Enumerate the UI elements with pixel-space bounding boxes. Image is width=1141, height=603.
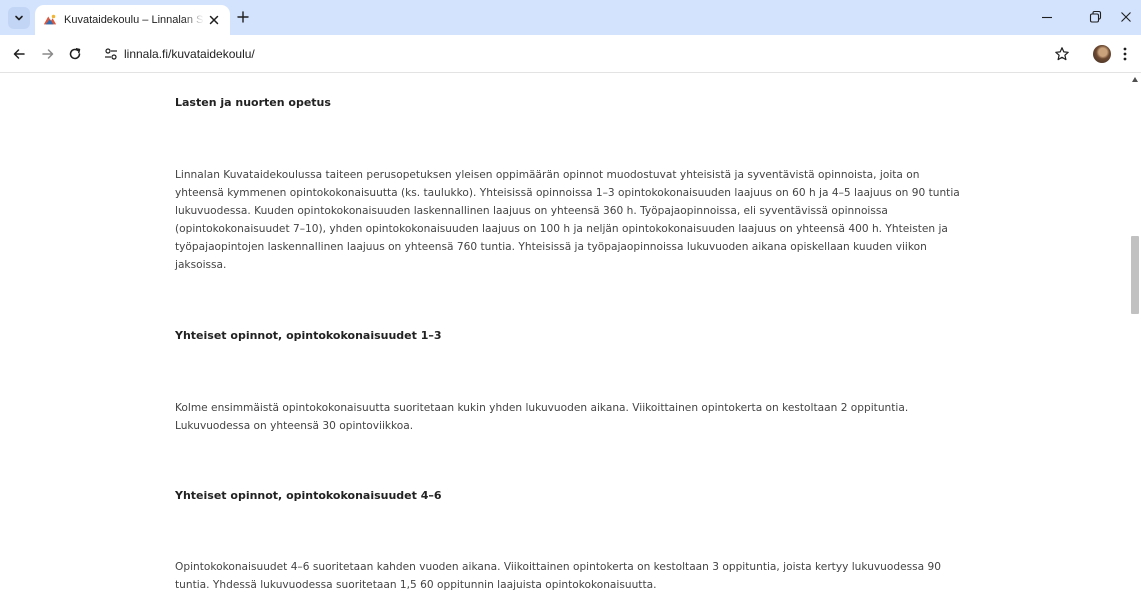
browser-toolbar: linnala.fi/kuvataidekoulu/ [0, 35, 1141, 73]
chevron-down-icon [15, 15, 23, 21]
vertical-scrollbar[interactable] [1129, 74, 1141, 603]
scroll-up-arrow-icon[interactable] [1132, 77, 1138, 82]
address-bar[interactable]: linnala.fi/kuvataidekoulu/ [92, 40, 1082, 68]
plus-icon[interactable] [236, 10, 250, 24]
section-heading: Yhteiset opinnot, opintokokonaisuudet 4–… [175, 489, 442, 502]
reload-icon[interactable] [68, 47, 82, 61]
section-heading: Lasten ja nuorten opetus [175, 96, 331, 109]
kebab-menu-icon[interactable] [1122, 46, 1128, 62]
site-favicon-icon [43, 14, 57, 25]
star-icon[interactable] [1054, 46, 1070, 62]
browser-tab-active[interactable]: Kuvataidekoulu – Linnalan Setlementti [35, 5, 230, 35]
restore-icon[interactable] [1088, 10, 1102, 24]
section-paragraph: Kolme ensimmäistä opintokokonaisuutta su… [175, 402, 909, 432]
tab-title: Kuvataidekoulu – Linnalan Setlementti [64, 14, 204, 26]
close-icon[interactable] [207, 13, 221, 27]
page-content: Lasten ja nuorten opetus Linnalan Kuvata… [0, 74, 1129, 603]
url-text: linnala.fi/kuvataidekoulu/ [124, 47, 255, 61]
minimize-icon[interactable] [1040, 10, 1054, 24]
section-heading: Yhteiset opinnot, opintokokonaisuudet 1–… [175, 329, 442, 342]
section-paragraph: Opintokokonaisuudet 4–6 suoritetaan kahd… [175, 561, 942, 591]
close-window-icon[interactable] [1119, 10, 1133, 24]
arrow-left-icon[interactable] [12, 47, 26, 61]
tab-search-button[interactable] [8, 7, 30, 29]
tune-icon[interactable] [104, 48, 118, 60]
scroll-thumb[interactable] [1131, 236, 1139, 314]
profile-avatar[interactable] [1093, 45, 1111, 63]
section-paragraph: Linnalan Kuvataidekoulussa taiteen perus… [175, 169, 960, 271]
arrow-right-icon[interactable] [41, 47, 55, 61]
tab-strip: Kuvataidekoulu – Linnalan Setlementti [0, 0, 1141, 35]
